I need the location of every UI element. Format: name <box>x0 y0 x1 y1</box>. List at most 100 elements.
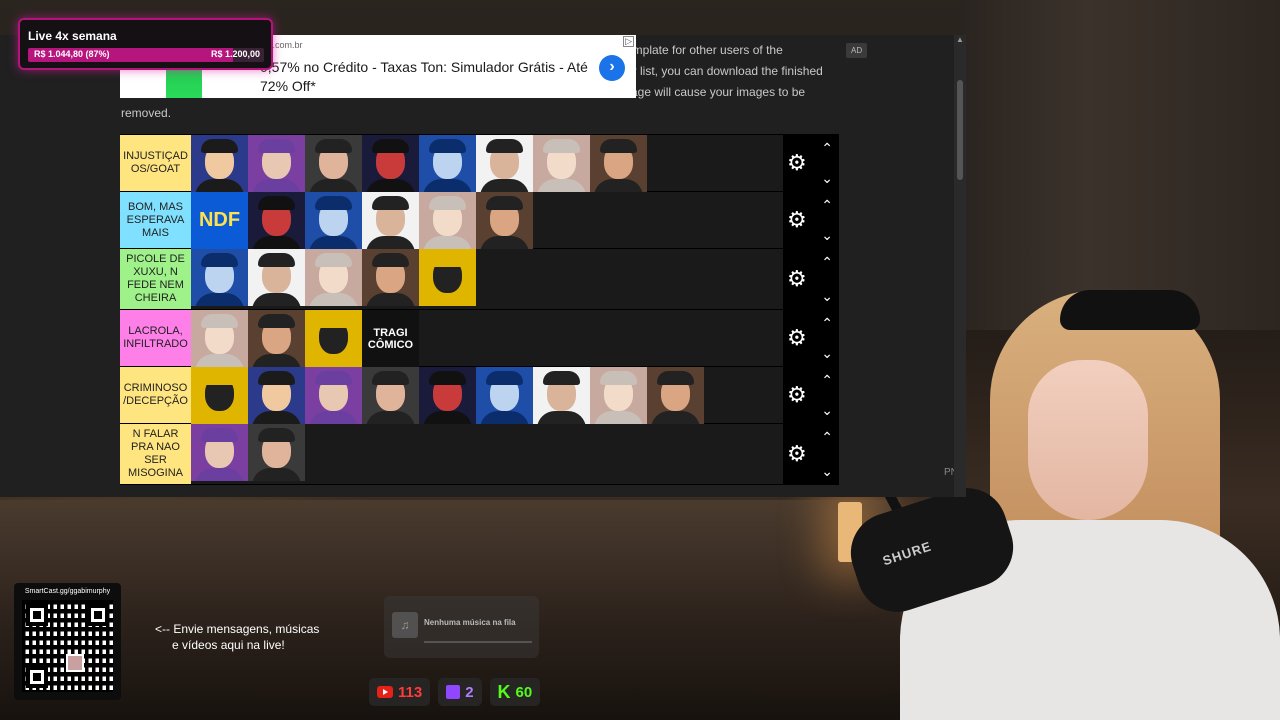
gear-icon[interactable]: ⚙ <box>787 208 807 232</box>
chevron-up-icon[interactable]: ⌃ <box>821 141 833 155</box>
tier-item-avatar[interactable] <box>248 249 305 306</box>
goal-title: Live 4x semana <box>28 29 117 43</box>
tier-item-avatar[interactable] <box>647 367 704 424</box>
tier-item-avatar[interactable] <box>476 192 533 249</box>
tier-item-avatar[interactable] <box>590 367 647 424</box>
tier-item-avatar[interactable] <box>305 135 362 192</box>
tier-row: CRIMINOSO /DECEPÇÃO ⚙ ⌃ ⌄ <box>120 367 839 424</box>
adchoices-icon[interactable]: ▷ <box>623 36 634 47</box>
tier-row: LACROLA, INFILTRADO TRAGI CÔMICO ⚙ ⌃ ⌄ <box>120 310 839 367</box>
tier-row: N FALAR PRA NAO SER MISOGINA ⚙ ⌃ ⌄ <box>120 424 839 485</box>
tier-label[interactable]: BOM, MAS ESPERAVA MAIS <box>120 192 191 248</box>
tier-item-avatar[interactable]: TRAGI CÔMICO <box>362 310 419 367</box>
avatar-logo-text: NDF <box>198 209 241 231</box>
tier-item-avatar[interactable] <box>305 192 362 249</box>
chevron-up-icon[interactable]: ⌃ <box>821 255 833 269</box>
tier-item-avatar[interactable] <box>362 249 419 306</box>
gear-icon[interactable]: ⚙ <box>787 326 807 350</box>
scrollbar-thumb[interactable] <box>957 80 963 180</box>
chevron-up-icon[interactable]: ⌃ <box>821 316 833 330</box>
tier-item-avatar[interactable] <box>248 135 305 192</box>
chevron-up-icon[interactable]: ⌃ <box>821 430 833 444</box>
tier-controls: ⚙ ⌃ ⌄ <box>783 249 839 309</box>
tier-item-avatar[interactable] <box>305 367 362 424</box>
youtube-viewers: 113 <box>369 678 431 706</box>
tier-item-avatar[interactable] <box>248 367 305 424</box>
tier-items <box>191 249 783 309</box>
tier-item-avatar[interactable] <box>191 424 248 481</box>
twitch-icon <box>446 685 461 699</box>
tier-label[interactable]: INJUSTIÇAD OS/GOAT <box>120 135 191 191</box>
tier-item-avatar[interactable] <box>362 192 419 249</box>
tier-label[interactable]: PICOLE DE XUXU, N FEDE NEM CHEIRA <box>120 249 191 309</box>
music-queue-widget: ♫ Nenhuma música na fila <box>384 596 539 658</box>
kick-icon: K <box>497 682 511 702</box>
tier-item-avatar[interactable] <box>419 249 476 306</box>
chevron-right-icon[interactable]: › <box>599 55 625 81</box>
tier-item-avatar[interactable] <box>476 135 533 192</box>
tier-label[interactable]: CRIMINOSO /DECEPÇÃO <box>120 367 191 423</box>
chevron-down-icon[interactable]: ⌄ <box>821 171 833 185</box>
tier-controls: ⚙ ⌃ ⌄ <box>783 192 839 248</box>
tier-item-avatar[interactable] <box>305 310 362 367</box>
kick-viewers: K 60 <box>489 678 541 706</box>
qr-avatar <box>66 654 84 672</box>
avatar-logo-text: TRAGI CÔMICO <box>367 326 414 351</box>
tier-item-avatar[interactable] <box>305 249 362 306</box>
tier-item-avatar[interactable] <box>419 192 476 249</box>
youtube-icon <box>377 686 393 698</box>
music-progress <box>424 641 532 643</box>
tier-items: NDF <box>191 192 783 249</box>
twitch-viewers: 2 <box>438 678 482 706</box>
gear-icon[interactable]: ⚙ <box>787 267 807 291</box>
scroll-up-icon[interactable]: ▲ <box>956 35 964 45</box>
tier-item-avatar[interactable] <box>590 135 647 192</box>
mic-brand: SHURE <box>880 538 934 569</box>
chevron-down-icon[interactable]: ⌄ <box>821 346 833 360</box>
ad-title[interactable]: 0,57% no Crédito - Taxas Ton: Simulador … <box>260 58 590 96</box>
chevron-up-icon[interactable]: ⌃ <box>821 198 833 212</box>
tier-item-avatar[interactable] <box>191 310 248 367</box>
tier-item-avatar[interactable] <box>248 192 305 249</box>
ad-badge[interactable]: AD <box>846 43 868 58</box>
tier-item-avatar[interactable] <box>419 367 476 424</box>
tier-list: INJUSTIÇAD OS/GOAT ⚙ ⌃ ⌄ BOM, MAS ESPERAVA M… <box>120 134 839 485</box>
tier-items <box>191 367 783 424</box>
tier-item-avatar[interactable] <box>419 135 476 192</box>
tier-controls: ⚙ ⌃ ⌄ <box>783 310 839 366</box>
music-note-icon: ♫ <box>392 612 418 638</box>
gear-icon[interactable]: ⚙ <box>787 442 807 466</box>
gear-icon[interactable]: ⚙ <box>787 151 807 175</box>
goal-target: R$ 1.200,00 <box>210 49 260 59</box>
tier-row: INJUSTIÇAD OS/GOAT ⚙ ⌃ ⌄ <box>120 135 839 192</box>
tier-label[interactable]: N FALAR PRA NAO SER MISOGINA <box>120 424 191 484</box>
qr-code <box>22 600 113 692</box>
tier-item-avatar[interactable] <box>362 367 419 424</box>
chevron-down-icon[interactable]: ⌄ <box>821 464 833 478</box>
tier-item-avatar[interactable] <box>248 310 305 367</box>
tier-item-avatar[interactable] <box>476 367 533 424</box>
chevron-up-icon[interactable]: ⌃ <box>821 373 833 387</box>
goal-progress-bar: R$ 1.044,80 (87%) R$ 1.200,00 <box>28 48 264 62</box>
tier-item-avatar[interactable] <box>248 424 305 481</box>
qr-url: SmartCast.gg/ggabimurphy <box>24 588 111 595</box>
tier-row: BOM, MAS ESPERAVA MAIS NDF ⚙ ⌃ ⌄ <box>120 192 839 249</box>
tier-item-avatar[interactable] <box>533 367 590 424</box>
sunglasses-on-head <box>1060 290 1200 330</box>
tier-item-avatar[interactable] <box>191 249 248 306</box>
tier-item-avatar[interactable] <box>191 135 248 192</box>
tier-items: TRAGI CÔMICO <box>191 310 783 367</box>
tier-item-avatar[interactable]: NDF <box>191 192 248 249</box>
tier-label[interactable]: LACROLA, INFILTRADO <box>120 310 191 366</box>
tier-items <box>191 135 783 192</box>
live-goal-widget: Live 4x semana R$ 1.044,80 (87%) R$ 1.20… <box>18 18 273 70</box>
chevron-down-icon[interactable]: ⌄ <box>821 228 833 242</box>
chevron-down-icon[interactable]: ⌄ <box>821 403 833 417</box>
tier-item-avatar[interactable] <box>533 135 590 192</box>
tier-item-avatar[interactable] <box>191 367 248 424</box>
chevron-down-icon[interactable]: ⌄ <box>821 289 833 303</box>
page-scrollbar[interactable]: ▲ <box>954 35 966 497</box>
gear-icon[interactable]: ⚙ <box>787 383 807 407</box>
viewer-counts: 113 2 K 60 <box>369 678 541 706</box>
tier-item-avatar[interactable] <box>362 135 419 192</box>
